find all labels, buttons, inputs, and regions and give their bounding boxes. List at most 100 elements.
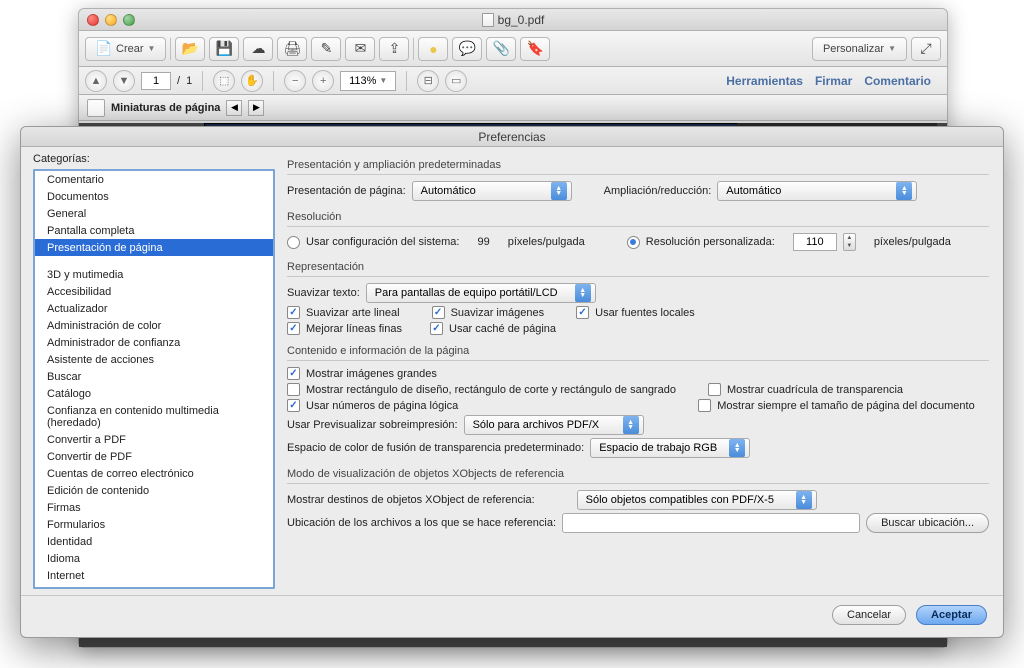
print-button[interactable]: 🖨 [277, 37, 307, 61]
show-boxes-checkbox[interactable] [287, 383, 300, 396]
local-fonts-checkbox[interactable] [576, 306, 589, 319]
category-item[interactable]: Accesibilidad [35, 283, 273, 300]
open-button[interactable]: 📂 [175, 37, 205, 61]
personalize-button[interactable]: Personalizar ▼ [812, 37, 907, 61]
folder-open-icon: 📂 [182, 41, 198, 57]
show-boxes-label: Mostrar rectángulo de diseño, rectángulo… [306, 384, 676, 396]
thumbnails-icon[interactable] [87, 99, 105, 117]
blend-space-select[interactable]: Espacio de trabajo RGB▲▼ [590, 438, 750, 458]
category-item[interactable]: General [35, 205, 273, 222]
use-system-radio[interactable] [287, 236, 300, 249]
sign-link[interactable]: Firmar [815, 74, 852, 88]
share-button[interactable]: ⇪ [379, 37, 409, 61]
smooth-images-checkbox[interactable] [432, 306, 445, 319]
titlebar: bg_0.pdf [79, 9, 947, 31]
overprint-select[interactable]: Sólo para archivos PDF/X▲▼ [464, 415, 644, 435]
tools-link[interactable]: Herramientas [726, 74, 803, 88]
category-item[interactable]: Formularios [35, 516, 273, 533]
smooth-line-art-checkbox[interactable] [287, 306, 300, 319]
dropdown-arrow-icon: ▲▼ [551, 182, 567, 200]
transparency-grid-checkbox[interactable] [708, 383, 721, 396]
category-item[interactable]: Administrador de confianza [35, 334, 273, 351]
zoom-out-button[interactable]: − [284, 70, 306, 92]
category-item[interactable]: Buscar [35, 368, 273, 385]
category-item[interactable]: 3D y mutimedia [35, 266, 273, 283]
section-content: Contenido e información de la página [287, 345, 989, 357]
prev-page-button[interactable]: ▲ [85, 70, 107, 92]
category-item[interactable]: Idioma [35, 550, 273, 567]
show-page-size-checkbox[interactable] [698, 399, 711, 412]
zoom-window-button[interactable] [123, 14, 135, 26]
fit-page-button[interactable]: ▭ [445, 70, 467, 92]
note-button[interactable]: 💬 [452, 37, 482, 61]
fullscreen-icon: ⤢ [918, 41, 934, 57]
xobject-location-input[interactable] [562, 513, 860, 533]
category-item[interactable]: Presentación de página [35, 239, 273, 256]
edit-button[interactable]: ✎ [311, 37, 341, 61]
attach-button[interactable]: 📎 [486, 37, 516, 61]
create-pdf-icon: 📄 [96, 41, 112, 57]
category-item[interactable]: Confianza en contenido multimedia (hered… [35, 402, 273, 431]
smooth-text-select[interactable]: Para pantallas de equipo portátil/LCD▲▼ [366, 283, 596, 303]
category-item[interactable]: Administración de color [35, 317, 273, 334]
cloud-button[interactable]: ☁ [243, 37, 273, 61]
category-item[interactable]: Convertir a PDF [35, 431, 273, 448]
category-item[interactable]: Identidad [35, 533, 273, 550]
stamp-button[interactable]: 🔖 [520, 37, 550, 61]
enhance-lines-checkbox[interactable] [287, 322, 300, 335]
zoom-select[interactable]: 113%▼ [340, 71, 396, 91]
select-tool-button[interactable]: ⬚ [213, 70, 235, 92]
categories-label: Categorías: [33, 153, 275, 165]
preferences-dialog: Preferencias Categorías: ComentarioDocum… [20, 126, 1004, 638]
fit-width-button[interactable]: ⊟ [417, 70, 439, 92]
resolution-stepper[interactable]: ▲▼ [843, 233, 856, 251]
xobject-show-label: Mostrar destinos de objetos XObject de r… [287, 494, 535, 506]
transparency-grid-label: Mostrar cuadrícula de transparencia [727, 384, 903, 396]
hand-tool-button[interactable]: ✋ [241, 70, 263, 92]
page-number-input[interactable] [141, 72, 171, 90]
categories-list[interactable]: ComentarioDocumentosGeneralPantalla comp… [33, 169, 275, 589]
panel-next-button[interactable]: ▶ [248, 100, 264, 116]
comment-link[interactable]: Comentario [864, 74, 931, 88]
xobject-show-select[interactable]: Sólo objetos compatibles con PDF/X-5▲▼ [577, 490, 817, 510]
email-button[interactable]: ✉ [345, 37, 375, 61]
category-item[interactable]: Internet [35, 567, 273, 584]
page-cache-checkbox[interactable] [430, 322, 443, 335]
create-button[interactable]: 📄 Crear ▼ [85, 37, 166, 61]
close-window-button[interactable] [87, 14, 99, 26]
zoom-label: Ampliación/reducción: [604, 185, 712, 197]
cancel-button[interactable]: Cancelar [832, 605, 906, 625]
category-item[interactable]: Pantalla completa [35, 222, 273, 239]
dropdown-arrow-icon: ▲▼ [575, 284, 591, 302]
logical-page-checkbox[interactable] [287, 399, 300, 412]
edit-icon: ✎ [318, 41, 334, 57]
ok-button[interactable]: Aceptar [916, 605, 987, 625]
custom-resolution-input[interactable] [793, 233, 837, 251]
minimize-window-button[interactable] [105, 14, 117, 26]
save-button[interactable]: 💾 [209, 37, 239, 61]
browse-location-button[interactable]: Buscar ubicación... [866, 513, 989, 533]
category-item[interactable]: Convertir de PDF [35, 448, 273, 465]
zoom-select[interactable]: Automático▲▼ [717, 181, 917, 201]
next-page-button[interactable]: ▼ [113, 70, 135, 92]
category-item[interactable]: Catálogo [35, 385, 273, 402]
category-item[interactable]: Firmas [35, 499, 273, 516]
page-total: 1 [186, 75, 192, 87]
category-item[interactable]: Actualizador [35, 300, 273, 317]
fullscreen-button[interactable]: ⤢ [911, 37, 941, 61]
category-item[interactable]: Documentos [35, 188, 273, 205]
category-item[interactable]: Asistente de acciones [35, 351, 273, 368]
category-item[interactable]: Cuentas de correo electrónico [35, 465, 273, 482]
save-icon: 💾 [216, 41, 232, 57]
zoom-in-button[interactable]: + [312, 70, 334, 92]
use-system-label: Usar configuración del sistema: [306, 236, 459, 248]
panel-prev-button[interactable]: ◀ [226, 100, 242, 116]
highlight-button[interactable]: ● [418, 37, 448, 61]
thumbnails-panel-header: Miniaturas de página ◀ ▶ [79, 95, 947, 121]
category-item[interactable]: Edición de contenido [35, 482, 273, 499]
thumbnails-label: Miniaturas de página [111, 102, 220, 114]
large-images-checkbox[interactable] [287, 367, 300, 380]
category-item[interactable]: Comentario [35, 171, 273, 188]
page-layout-select[interactable]: Automático▲▼ [412, 181, 572, 201]
custom-resolution-radio[interactable] [627, 236, 640, 249]
